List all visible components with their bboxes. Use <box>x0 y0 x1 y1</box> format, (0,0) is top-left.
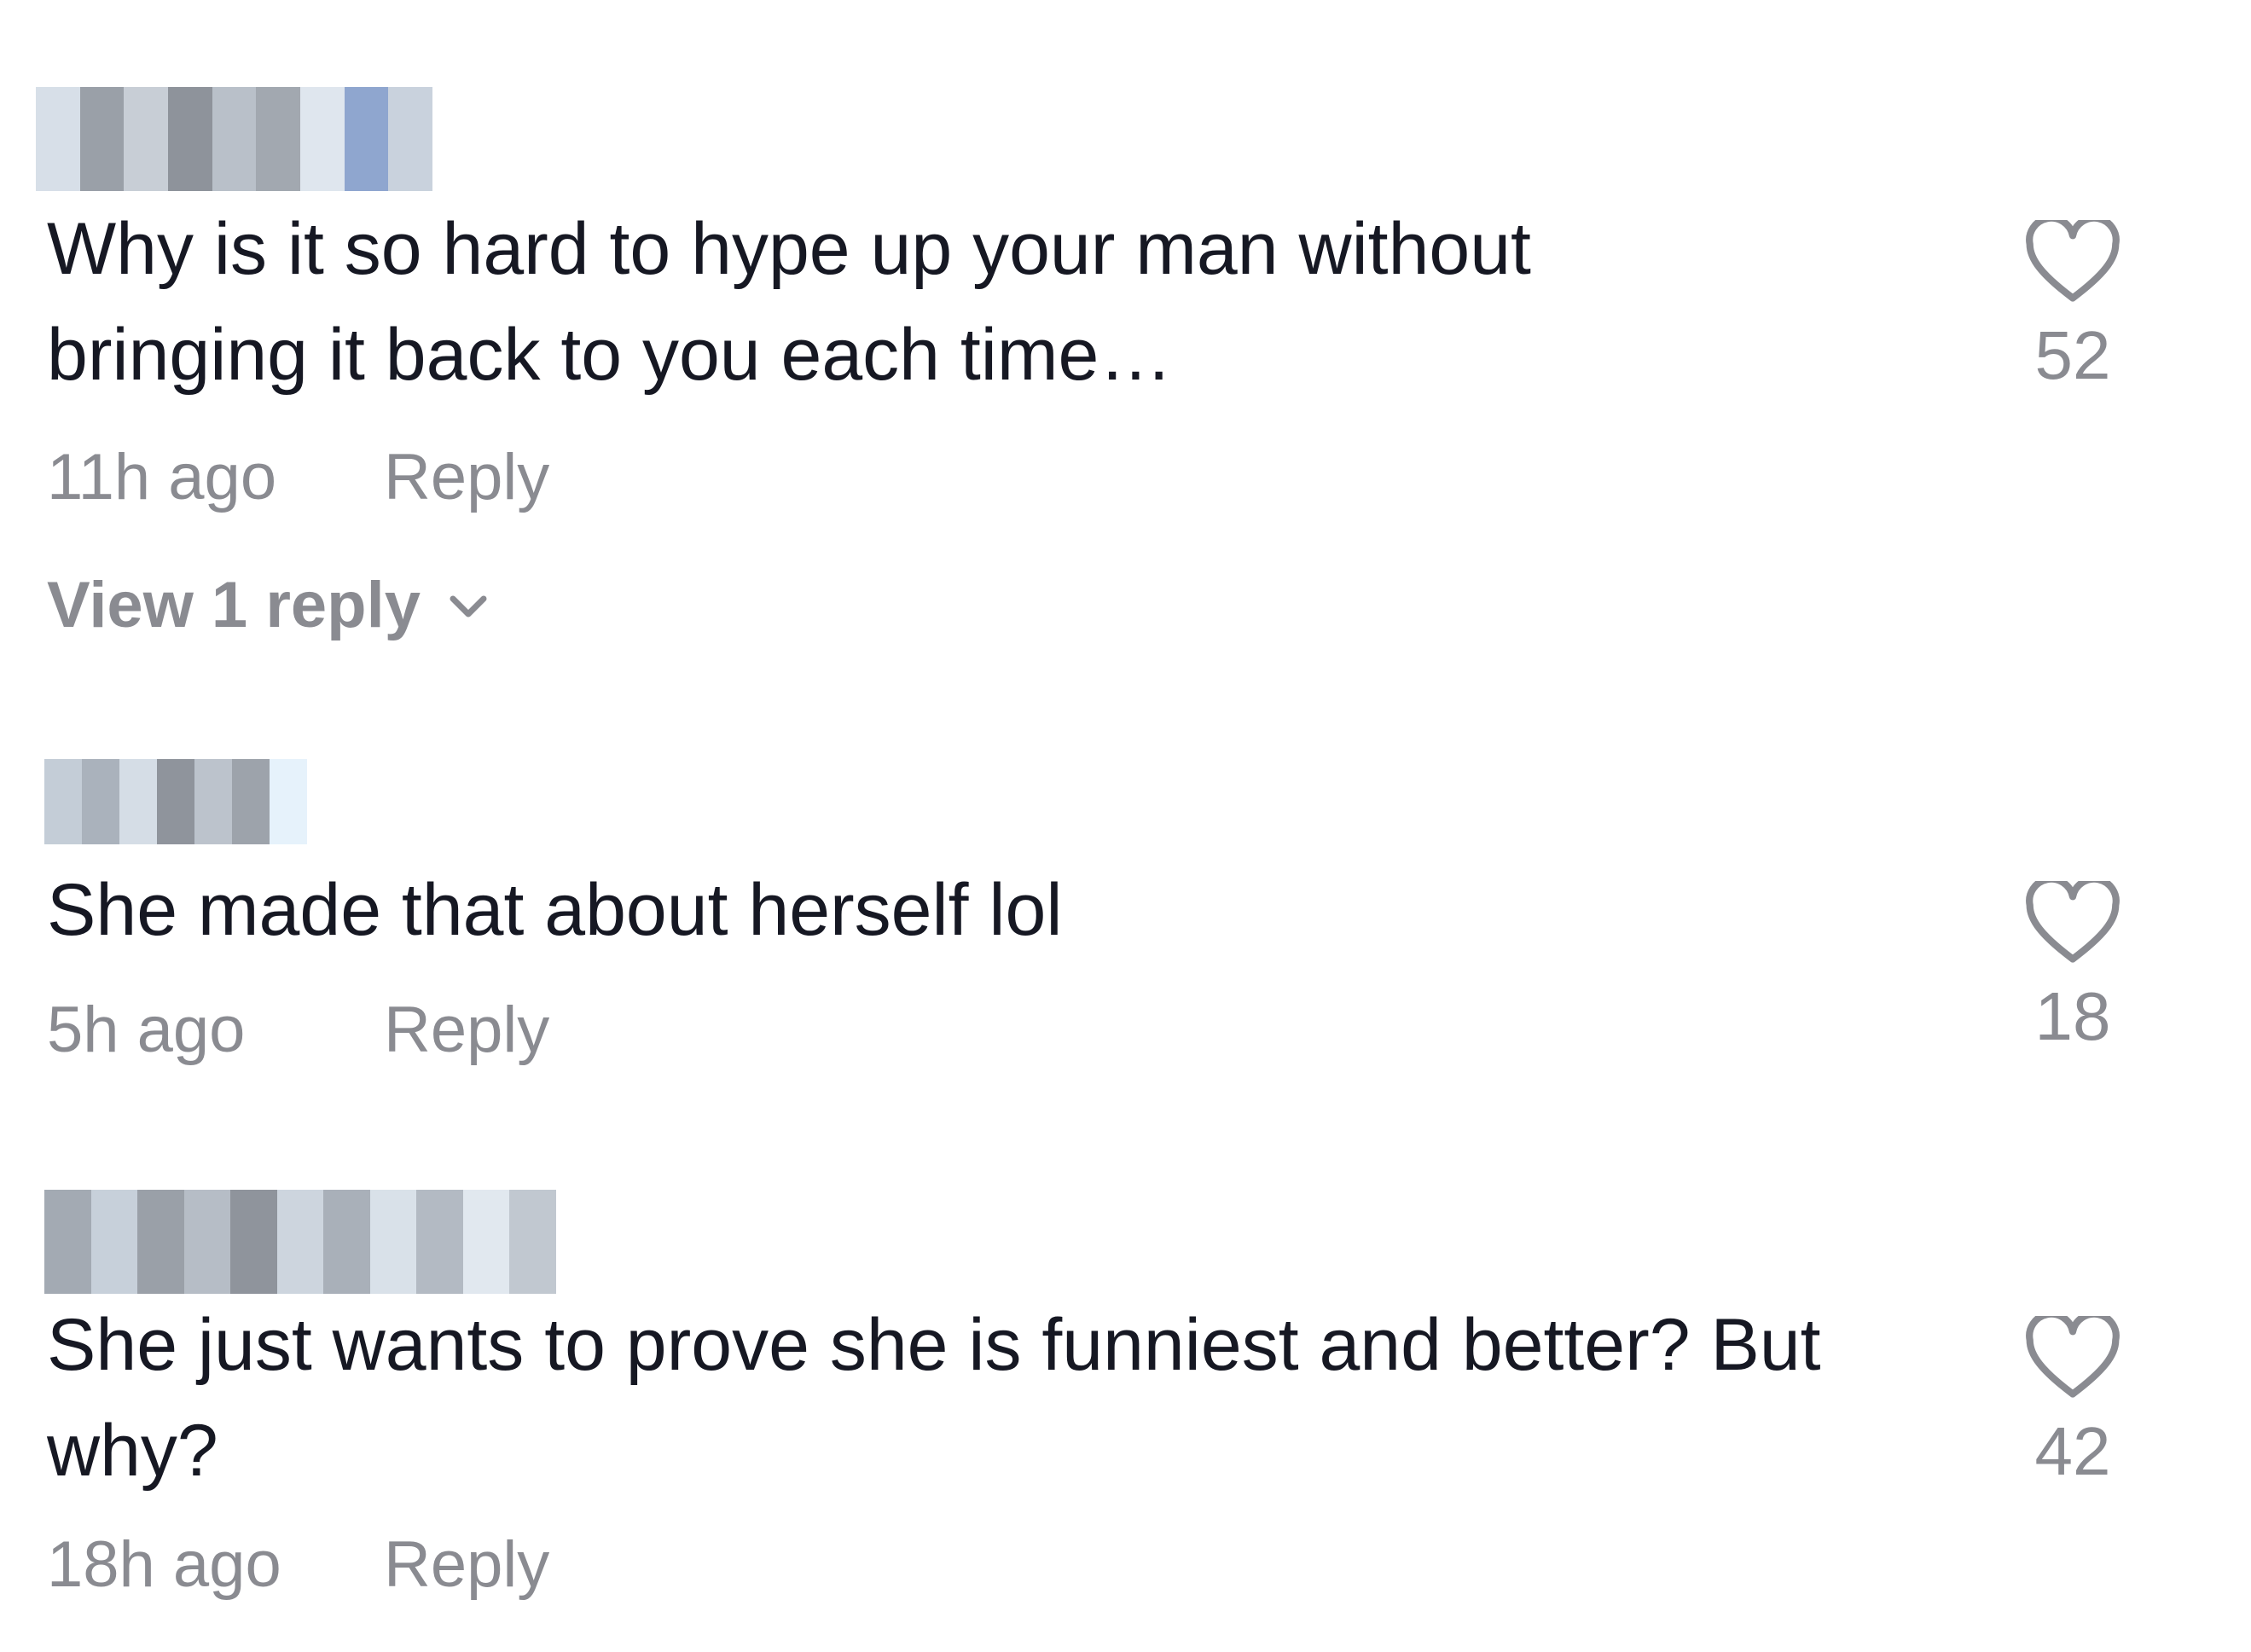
chevron-down-icon <box>450 595 487 617</box>
view-replies-button[interactable]: View 1 reply <box>47 567 490 644</box>
username-blurred[interactable] <box>36 87 432 191</box>
comment-timestamp: 11h ago <box>47 441 277 513</box>
comment-list: Why is it so hard to hype up your man wi… <box>0 0 2251 1652</box>
like-section: 52 <box>1996 220 2149 394</box>
comment-timestamp: 18h ago <box>47 1528 281 1601</box>
like-count: 42 <box>2034 1413 2111 1489</box>
comment-timestamp: 5h ago <box>47 994 246 1066</box>
comment-meta: 5h ago Reply <box>47 992 549 1069</box>
like-count: 52 <box>2034 317 2111 393</box>
heart-outline-icon[interactable] <box>2026 220 2120 302</box>
like-section: 42 <box>1996 1316 2149 1490</box>
comment-meta: 18h ago Reply <box>47 1527 549 1603</box>
comment-text: Why is it so hard to hype up your man wi… <box>47 208 1531 396</box>
reply-button[interactable]: Reply <box>384 992 549 1069</box>
comment-text: She made that about herself lol <box>47 869 1063 951</box>
comment-text: She just wants to prove she is funniest … <box>47 1304 1821 1492</box>
view-replies-label: View 1 reply <box>47 569 421 641</box>
username-blurred[interactable] <box>44 1190 556 1294</box>
heart-outline-icon[interactable] <box>2026 1316 2120 1398</box>
comment-meta: 11h ago Reply <box>47 439 549 516</box>
reply-button[interactable]: Reply <box>384 1527 549 1603</box>
heart-outline-icon[interactable] <box>2026 881 2120 963</box>
reply-button[interactable]: Reply <box>384 439 549 516</box>
like-count: 18 <box>2034 978 2111 1054</box>
like-section: 18 <box>1996 881 2149 1055</box>
username-blurred[interactable] <box>44 759 307 844</box>
